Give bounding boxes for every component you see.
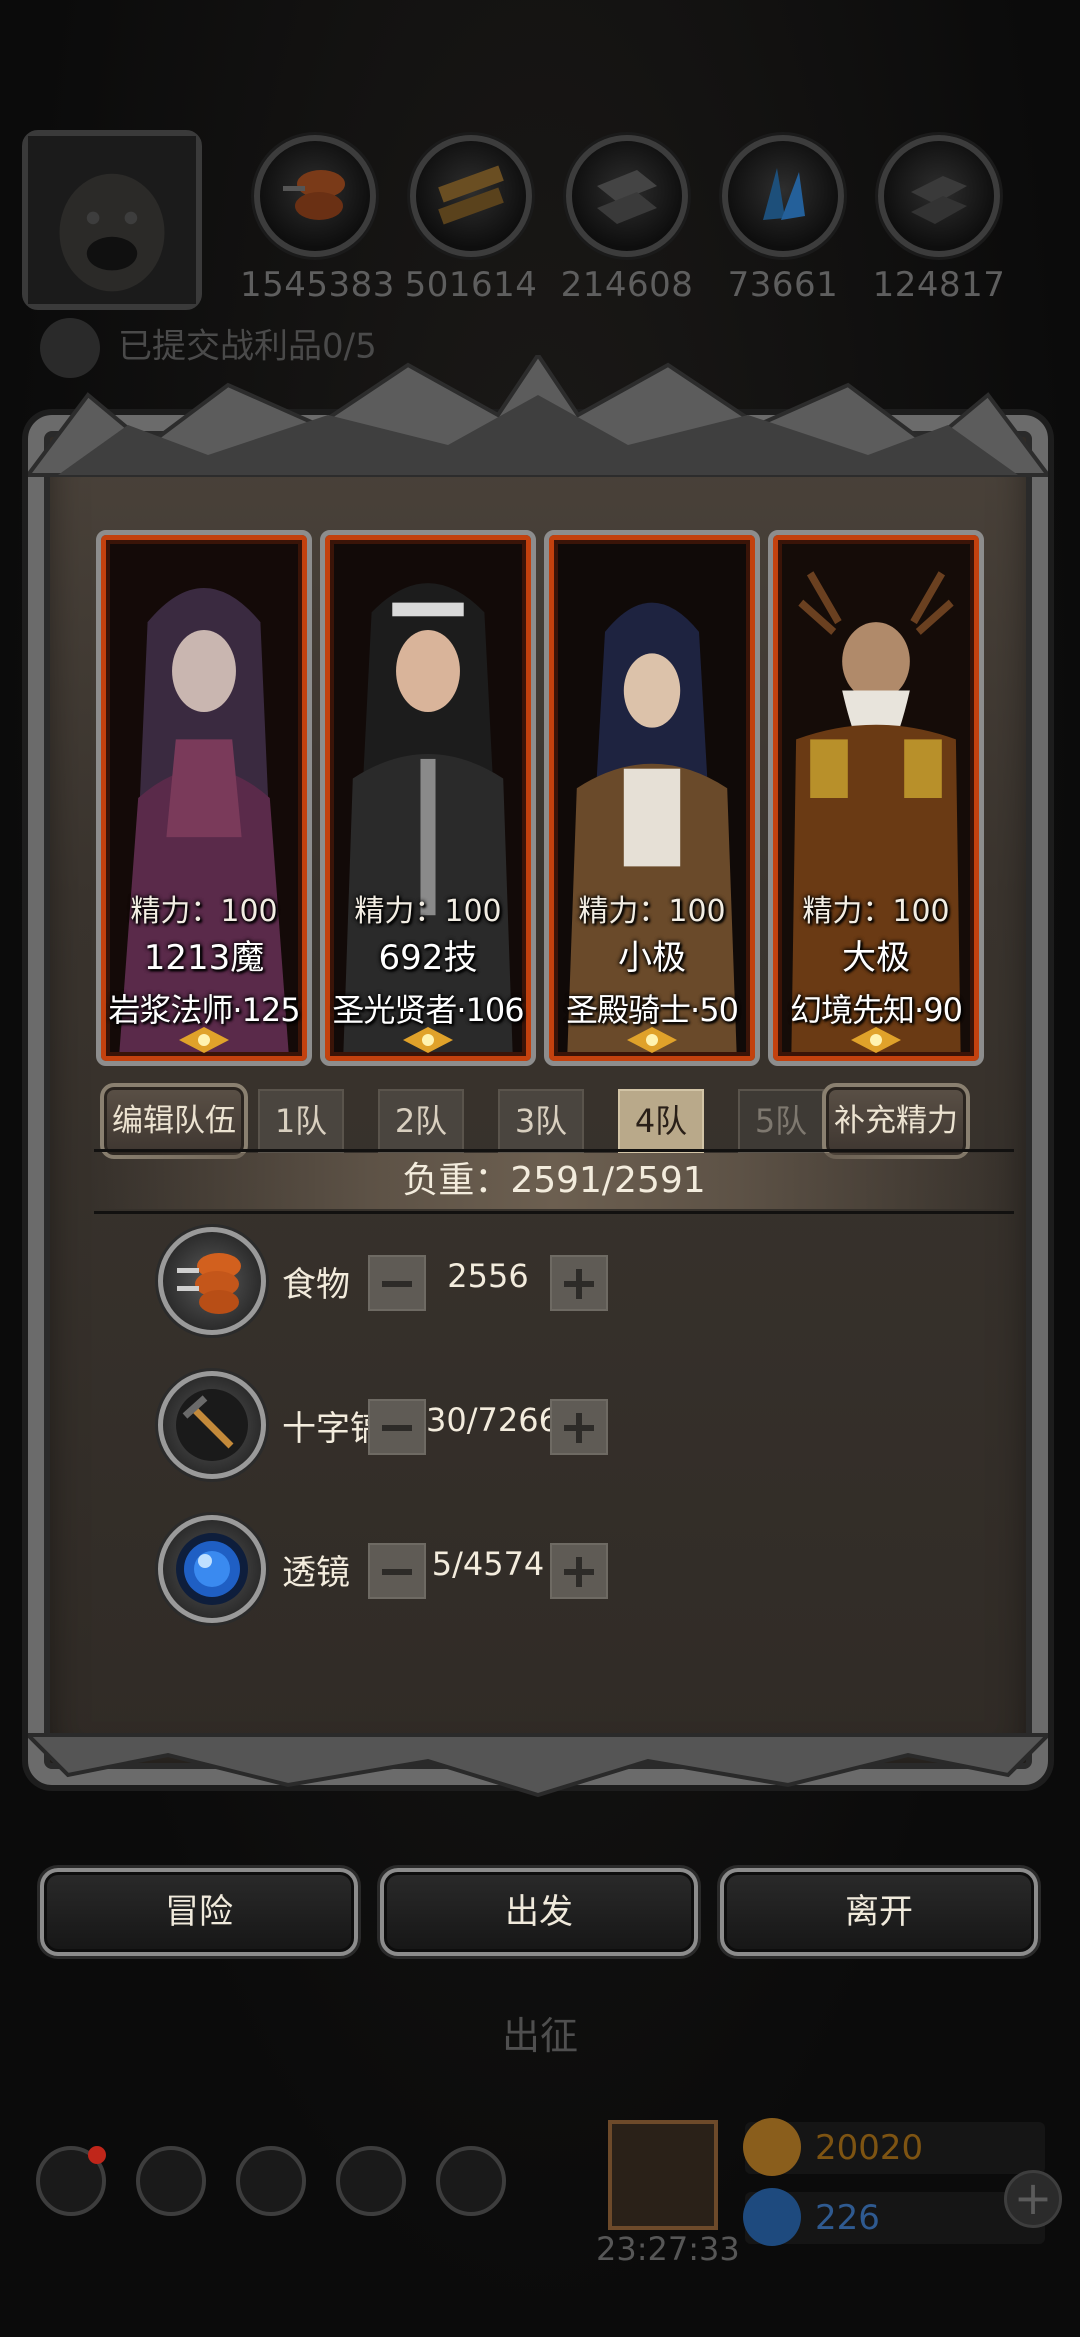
- rank-gem-icon: [179, 1027, 229, 1053]
- gold-coin-icon: [743, 2118, 801, 2176]
- expedition-panel: 精力：100 1213魔 岩浆法师·125 精力：100 692技 圣光贤者·1…: [28, 355, 1048, 1815]
- meat-icon: [177, 1253, 241, 1314]
- supply-value: 2556: [447, 1257, 529, 1295]
- increase-button[interactable]: [550, 1543, 608, 1599]
- team-tab-bar: 编辑队伍 1队 2队 3队 4队 5队 补充精力: [100, 1083, 1000, 1159]
- tab-team-1[interactable]: 1队: [258, 1089, 344, 1153]
- supply-pickaxe: 十字镐 30/7266: [158, 1371, 918, 1481]
- supply-food: 食物 2556: [158, 1227, 918, 1337]
- tab-team-4[interactable]: 4队: [618, 1089, 704, 1153]
- tab-team-3[interactable]: 3队: [498, 1089, 584, 1153]
- supply-icon-frame: [158, 1515, 266, 1623]
- resource-value: 1545383: [240, 265, 395, 305]
- ornate-crown-decoration: [28, 355, 1048, 477]
- resource-crystal[interactable]: 73661: [708, 135, 858, 305]
- rank-gem-icon: [851, 1027, 901, 1053]
- hero-lineup: 精力：100 1213魔 岩浆法师·125 精力：100 692技 圣光贤者·1…: [96, 530, 1016, 1070]
- action-bar: 冒险 出发 离开: [40, 1868, 1040, 1958]
- gift-timer: 23:27:33: [596, 2230, 740, 2268]
- hero-class: 圣光贤者·106: [332, 991, 524, 1029]
- divider: [94, 1149, 1014, 1152]
- iron-icon: [911, 176, 967, 224]
- hero-card[interactable]: 精力：100 大极 幻境先知·90: [768, 530, 984, 1066]
- lens-icon: [176, 1533, 248, 1605]
- increase-button[interactable]: [550, 1255, 608, 1311]
- map-icon[interactable]: [436, 2146, 506, 2216]
- depart-button[interactable]: 出发: [380, 1868, 698, 1956]
- gold-amount: 20020: [815, 2128, 924, 2168]
- resource-wood[interactable]: 501614: [396, 135, 546, 305]
- rank-gem-icon: [403, 1027, 453, 1053]
- pickaxe-icon: [176, 1389, 248, 1461]
- hero-card[interactable]: 精力：100 1213魔 岩浆法师·125: [96, 530, 312, 1066]
- gem-icon: [743, 2188, 801, 2246]
- resource-value: 73661: [727, 265, 839, 305]
- hero-level: 小极: [618, 938, 686, 978]
- resource-value: 501614: [404, 265, 538, 305]
- ornate-bottom-decoration: [28, 1733, 1048, 1798]
- rank-gem-icon: [627, 1027, 677, 1053]
- supply-name: 食物: [282, 1265, 350, 1305]
- adventure-button[interactable]: 冒险: [40, 1868, 358, 1956]
- hero-stamina: 精力：100: [802, 894, 950, 929]
- divider: [94, 1211, 1014, 1214]
- monster-portrait-icon: [28, 136, 196, 304]
- player-avatar[interactable]: [22, 130, 202, 310]
- gem-amount: 226: [815, 2198, 880, 2238]
- notification-dot: [88, 2146, 106, 2164]
- resource-value: 124817: [872, 265, 1006, 305]
- guild-icon[interactable]: [236, 2146, 306, 2216]
- resource-iron[interactable]: 124817: [864, 135, 1014, 305]
- hero-class: 圣殿骑士·50: [566, 991, 739, 1029]
- hero-stamina: 精力：100: [130, 894, 278, 929]
- meat-icon: [283, 170, 345, 220]
- hero-card[interactable]: 精力：100 小极 圣殿骑士·50: [544, 530, 760, 1066]
- decrease-button[interactable]: [368, 1255, 426, 1311]
- supply-value: 30/7266: [426, 1401, 559, 1439]
- gift-box-icon[interactable]: [608, 2120, 718, 2230]
- achievements-icon[interactable]: [136, 2146, 206, 2216]
- supply-icon-frame: [158, 1371, 266, 1479]
- resource-meat[interactable]: 1545383: [240, 135, 395, 305]
- decrease-button[interactable]: [368, 1543, 426, 1599]
- tab-team-2[interactable]: 2队: [378, 1089, 464, 1153]
- increase-button[interactable]: [550, 1399, 608, 1455]
- mail-icon[interactable]: [336, 2146, 406, 2216]
- carry-weight: 负重：2591/2591: [94, 1153, 1014, 1209]
- wood-icon: [438, 165, 504, 225]
- hero-card[interactable]: 精力：100 692技 圣光贤者·106: [320, 530, 536, 1066]
- bottom-hud: 23:27:33 20020 226 +: [0, 2118, 1080, 2320]
- hero-stamina: 精力：100: [354, 894, 502, 929]
- hero-class: 岩浆法师·125: [108, 991, 300, 1029]
- resource-stone[interactable]: 214608: [552, 135, 702, 305]
- settings-icon[interactable]: [36, 2146, 106, 2216]
- resource-value: 214608: [560, 265, 694, 305]
- decrease-button[interactable]: [368, 1399, 426, 1455]
- crystal-icon: [763, 168, 805, 220]
- supply-value: 5/4574: [431, 1545, 545, 1583]
- hero-level: 1213魔: [143, 938, 265, 978]
- supply-icon-frame: [158, 1227, 266, 1335]
- hero-class: 幻境先知·90: [790, 991, 963, 1029]
- add-currency-button[interactable]: +: [1004, 2170, 1062, 2228]
- stone-icon: [597, 170, 657, 224]
- tab-team-5[interactable]: 5队: [738, 1089, 824, 1153]
- leave-button[interactable]: 离开: [720, 1868, 1038, 1956]
- hero-level: 大极: [842, 938, 910, 978]
- hero-stamina: 精力：100: [578, 894, 726, 929]
- supply-lens: 透镜 5/4574: [158, 1515, 918, 1625]
- hero-level: 692技: [378, 938, 478, 978]
- expedition-label: 出征: [501, 2014, 578, 2058]
- resource-bar: 1545383 501614 214608 73661 124817: [240, 135, 1020, 305]
- gem-counter: 226: [743, 2188, 1045, 2246]
- supply-name: 透镜: [282, 1553, 350, 1593]
- edit-team-button[interactable]: 编辑队伍: [100, 1083, 248, 1159]
- refill-stamina-button[interactable]: 补充精力: [822, 1083, 970, 1159]
- gold-counter: 20020: [743, 2118, 1045, 2176]
